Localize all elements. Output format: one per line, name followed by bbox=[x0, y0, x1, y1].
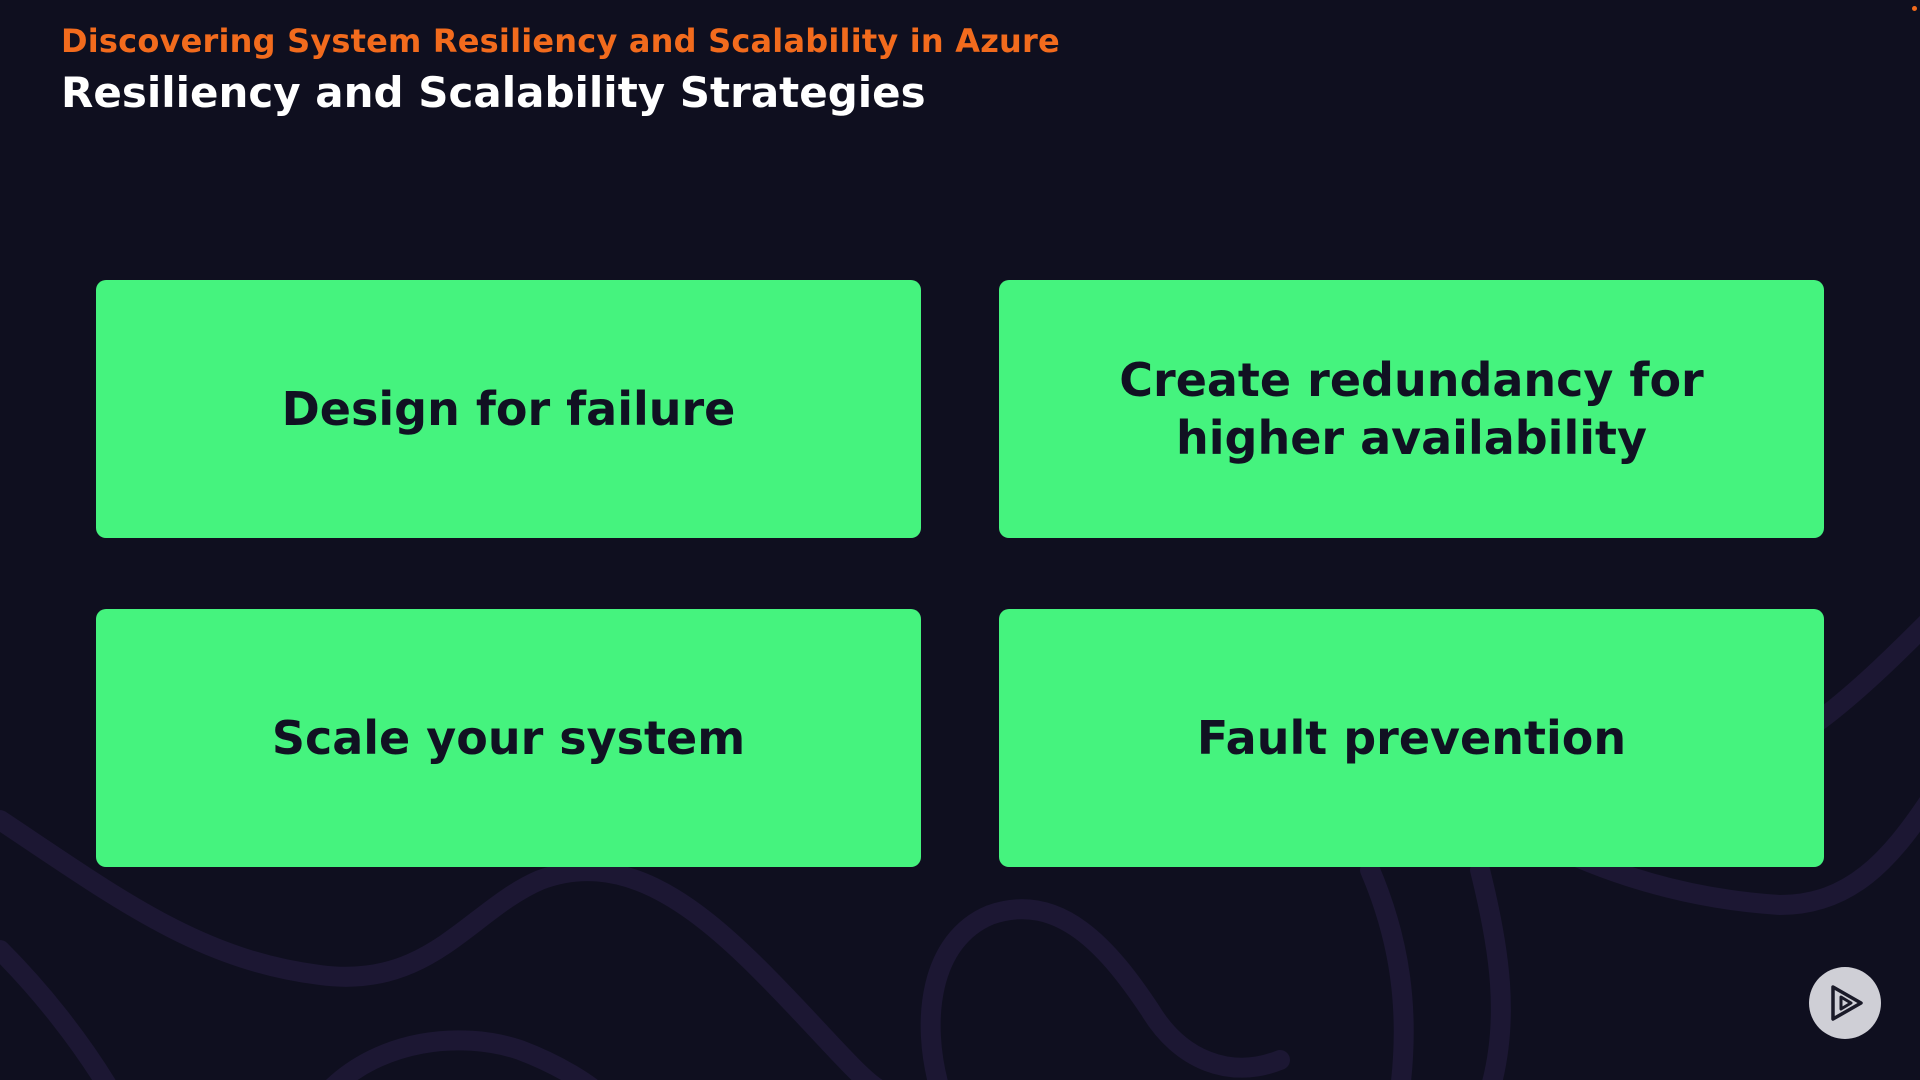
play-button[interactable] bbox=[1809, 967, 1881, 1039]
course-title: Discovering System Resiliency and Scalab… bbox=[61, 22, 1060, 60]
background-swirls bbox=[0, 615, 1920, 1080]
play-icon bbox=[1831, 985, 1863, 1021]
slide-title: Resiliency and Scalability Strategies bbox=[61, 68, 926, 117]
card-design-for-failure: Design for failure bbox=[96, 280, 921, 538]
card-label: Fault prevention bbox=[1196, 711, 1627, 765]
card-label: Create redundancy for higher availabilit… bbox=[1119, 353, 1704, 465]
card-label: Scale your system bbox=[271, 711, 746, 765]
card-create-redundancy: Create redundancy for higher availabilit… bbox=[999, 280, 1824, 538]
slide: Discovering System Resiliency and Scalab… bbox=[0, 0, 1920, 1080]
card-label: Design for failure bbox=[281, 382, 736, 436]
corner-dot bbox=[1912, 6, 1917, 11]
card-scale-your-system: Scale your system bbox=[96, 609, 921, 867]
card-fault-prevention: Fault prevention bbox=[999, 609, 1824, 867]
